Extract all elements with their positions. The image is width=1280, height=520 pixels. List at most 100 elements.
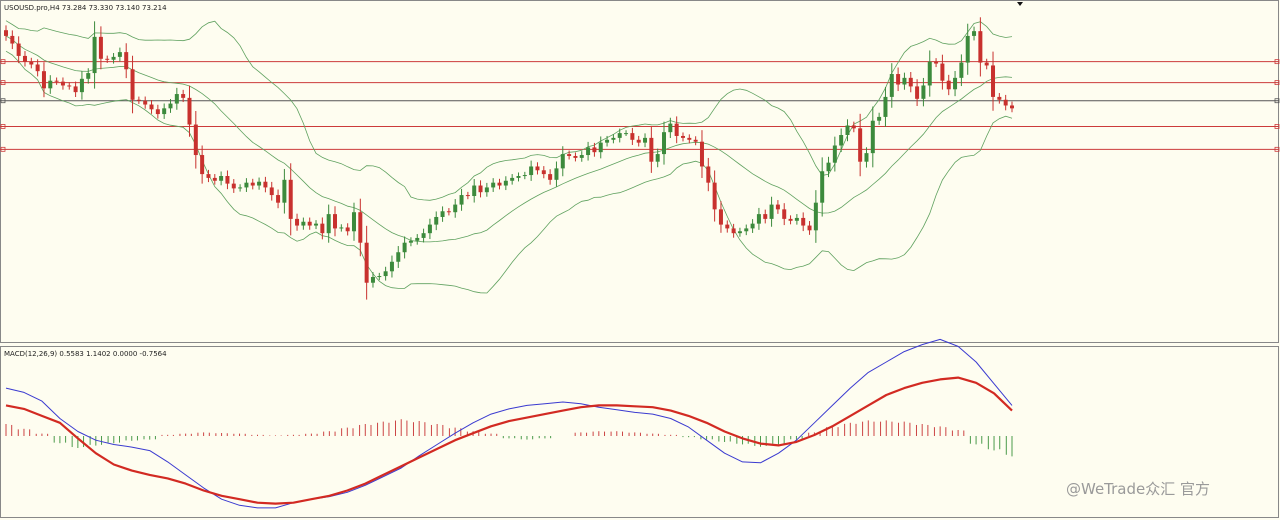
candle-body [459,195,464,205]
candle-body [870,120,875,154]
candle-body [560,154,565,169]
candle-body [769,204,774,219]
candle-body [586,147,591,156]
candle-body [516,176,521,178]
candle-body [649,137,654,162]
candle-body [756,214,761,224]
candle-body [105,58,110,60]
candle-body [896,74,901,85]
candle-body [453,204,458,213]
candle-body [820,171,825,203]
candle-body [630,133,635,140]
candle-body [41,71,46,89]
candle-body [364,242,369,283]
candle-body [491,182,496,188]
candle-body [212,177,217,181]
candle-body [136,99,141,101]
candle-body [712,182,717,210]
candle-body [446,211,451,213]
candle-body [4,30,8,36]
candle-body [320,223,325,234]
symbol-header: USOUSD.pro,H4 73.284 73.330 73.140 73.21… [4,4,167,12]
candle-body [680,135,685,138]
candle-body [295,218,300,226]
candle-body [592,147,597,153]
candle-body [725,224,730,229]
candle-body [333,214,338,229]
candle-body [174,94,179,104]
candle-body [915,86,920,99]
candle-body [573,155,578,158]
candle-body [687,137,692,140]
candle-body [377,276,382,278]
candle-body [1003,99,1008,106]
candle-body [940,63,945,81]
candle-body [877,116,882,121]
candle-body [92,36,97,74]
trading-chart-window: USOUSD.pro,H4 73.284 73.330 73.140 73.21… [0,0,1280,520]
candle-body [611,137,616,140]
candle-body [902,77,907,85]
candle-body [162,108,167,115]
candle-body [358,212,363,243]
candle-body [370,277,375,283]
candle-body [219,176,224,181]
candle-body [934,61,939,64]
candle-body [737,231,742,234]
candle-body [288,179,293,219]
candle-body [807,225,812,231]
candle-body [503,180,508,186]
candle-body [529,166,534,176]
candle-body [750,223,755,229]
candle-body [554,168,559,180]
candle-body [567,154,572,156]
candle-body [946,80,951,90]
candle-body [655,154,660,162]
candle-body [314,223,319,226]
candle-body [48,80,53,89]
candle-body [181,94,186,98]
candle-body [440,211,445,217]
candle-body [699,141,704,167]
candle-body [351,212,356,232]
candle-body [801,217,806,226]
candle-body [86,73,91,79]
candle-body [396,252,401,262]
candle-body [624,133,629,135]
candle-body [276,195,281,203]
candle-body [200,155,205,175]
candle-body [636,139,641,143]
candle-body [16,43,21,56]
candle-body [143,100,148,105]
candle-body [775,204,780,210]
candle-body [301,221,306,226]
candle-body [282,179,287,203]
chart-canvas[interactable]: USOUSD.pro,H4 73.284 73.330 73.140 73.21… [0,0,1280,520]
candle-body [111,56,116,60]
candle-body [98,36,103,59]
candle-body [225,176,230,184]
candle-body [921,85,926,99]
candle-body [263,181,268,188]
candle-body [674,123,679,136]
candle-body [908,77,913,87]
candle-body [813,202,818,231]
candle-body [605,139,610,143]
candle-body [29,61,34,65]
candle-body [832,145,837,163]
candle-body [326,214,331,234]
candle-body [73,86,78,93]
candle-body [130,69,135,100]
candle-body [889,74,894,97]
candle-body [22,55,27,62]
candle-body [826,162,831,172]
candle-body [984,62,989,66]
candle-body [206,174,211,178]
candle-body [67,85,72,87]
candle-body [193,124,198,156]
candle-body [535,166,540,171]
candle-body [731,228,736,234]
candle-body [668,123,673,133]
candle-body [339,227,344,229]
candle-body [472,185,477,197]
